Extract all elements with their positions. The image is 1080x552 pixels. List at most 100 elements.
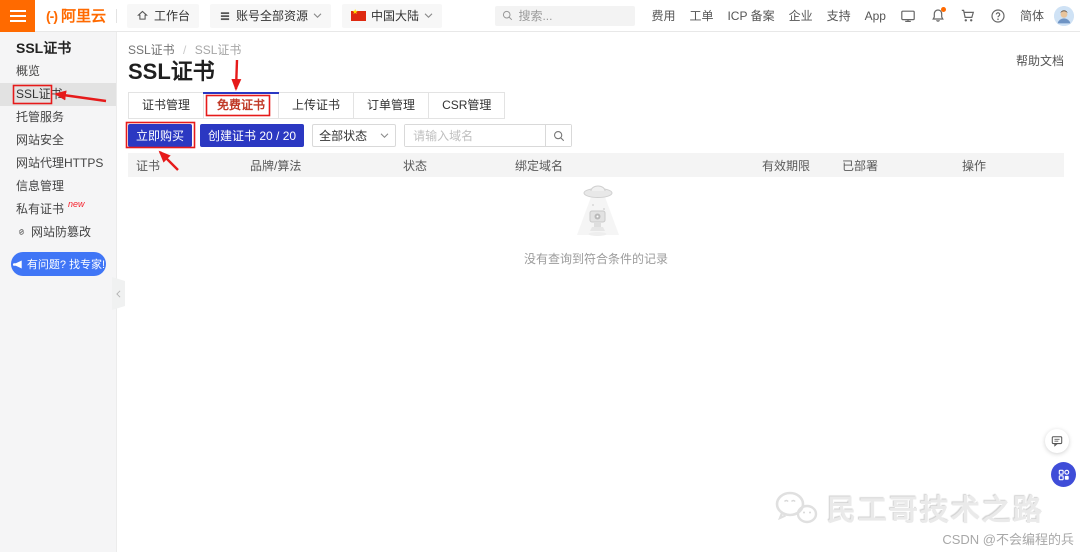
logo-text: 阿里云: [61, 5, 106, 26]
sidebar-item-website-security[interactable]: 网站安全: [0, 129, 116, 152]
alibaba-cloud-logo[interactable]: (-) 阿里云: [46, 5, 106, 26]
nav-link-icp[interactable]: ICP 备案: [727, 7, 774, 24]
tab-bar: 证书管理 免费证书 上传证书 订单管理 CSR管理: [128, 92, 505, 119]
global-search-input[interactable]: [518, 9, 618, 23]
comment-icon: [1051, 435, 1063, 447]
chevron-left-icon: [116, 290, 121, 298]
table-header-validity: 有效期限: [762, 157, 842, 174]
sidebar-item-private-certificates[interactable]: 私有证书 new: [0, 198, 116, 221]
megaphone-icon: [12, 259, 23, 270]
tab-order-management[interactable]: 订单管理: [354, 93, 429, 118]
create-certificate-button[interactable]: 创建证书 20 / 20: [200, 124, 304, 147]
china-flag-icon: [351, 11, 366, 21]
ask-expert-button[interactable]: 有问题? 找专家!: [11, 252, 106, 276]
empty-state-text: 没有查询到符合条件的记录: [128, 250, 1064, 267]
domain-search-input[interactable]: [405, 125, 545, 146]
domain-search-button[interactable]: [545, 125, 571, 146]
console-screen-icon[interactable]: [900, 8, 916, 24]
sidebar-collapse-handle[interactable]: [112, 277, 125, 310]
top-navbar: (-) 阿里云 工作台 账号全部资源 中国大陆 费用: [0, 0, 1080, 32]
new-badge: new: [68, 193, 85, 216]
menu-hamburger-button[interactable]: [0, 0, 35, 32]
sidebar-item-ssl-certificates[interactable]: SSL证书: [0, 83, 116, 106]
help-docs-link[interactable]: 帮助文档: [1016, 52, 1064, 69]
search-icon: [553, 130, 565, 142]
breadcrumb: SSL证书 / SSL证书: [128, 44, 1064, 57]
feedback-chat-button[interactable]: [1045, 429, 1069, 453]
sidebar-item-label: SSL证书: [16, 83, 63, 106]
main-content: SSL证书 / SSL证书 帮助文档 SSL证书 证书管理 免费证书 上传证书 …: [117, 32, 1080, 552]
sidebar-item-label: 概览: [16, 60, 40, 83]
sidebar-item-overview[interactable]: 概览: [0, 60, 116, 83]
help-icon[interactable]: [990, 8, 1006, 24]
tab-certificate-management[interactable]: 证书管理: [129, 93, 204, 118]
tab-label: 订单管理: [367, 98, 415, 112]
page-title: SSL证书: [128, 59, 1064, 84]
sidebar-item-info-management[interactable]: 信息管理: [0, 175, 116, 198]
sidebar-item-anti-tampering[interactable]: 网站防篡改: [0, 221, 116, 244]
workbench-label: 工作台: [154, 7, 190, 24]
link-icon: [16, 227, 27, 238]
breadcrumb-parent[interactable]: SSL证书: [128, 43, 175, 57]
sidebar-item-label: 网站代理HTTPS: [16, 152, 103, 175]
workbench-button[interactable]: 工作台: [127, 4, 199, 28]
sidebar-item-https-proxy[interactable]: 网站代理HTTPS: [0, 152, 116, 175]
global-search-box[interactable]: [495, 6, 635, 26]
nav-link-support[interactable]: 支持: [827, 7, 851, 24]
table-header-certificate: 证书: [128, 157, 250, 174]
table-header-deployed: 已部署: [842, 157, 962, 174]
sidebar-item-label: 网站安全: [16, 129, 64, 152]
account-resources-dropdown[interactable]: 账号全部资源: [210, 4, 331, 28]
tab-label: 免费证书: [217, 98, 265, 112]
status-filter-select[interactable]: 全部状态: [312, 124, 396, 147]
table-header-bound-domain: 绑定域名: [515, 157, 762, 174]
buy-now-button[interactable]: 立即购买: [128, 124, 192, 147]
logo-mark: (-): [46, 8, 57, 24]
chevron-down-icon: [313, 12, 322, 19]
domain-search-box: [404, 124, 572, 147]
tab-label: 上传证书: [292, 98, 340, 112]
sidebar-item-label: 托管服务: [16, 106, 64, 129]
notification-badge-dot: [941, 7, 946, 12]
divider: [116, 9, 117, 23]
toolbar: 立即购买 创建证书 20 / 20 全部状态: [128, 124, 1064, 147]
nav-link-billing[interactable]: 费用: [651, 7, 675, 24]
language-switch[interactable]: 简体: [1020, 7, 1044, 24]
empty-state-illustration: [563, 183, 629, 241]
apps-grid-icon: [1058, 469, 1070, 481]
resources-icon: [219, 10, 231, 22]
region-label: 中国大陆: [371, 7, 419, 24]
nav-link-app[interactable]: App: [865, 9, 886, 23]
table-header-brand-algorithm: 品牌/算法: [250, 157, 403, 174]
nav-link-enterprise[interactable]: 企业: [789, 7, 813, 24]
topnav-right-links: 费用 工单 ICP 备案 企业 支持 App: [651, 7, 1044, 24]
tab-label: 证书管理: [142, 98, 190, 112]
tab-free-certificates[interactable]: 免费证书: [204, 93, 279, 118]
user-avatar[interactable]: [1054, 6, 1074, 26]
notifications-bell-icon[interactable]: [930, 8, 946, 24]
chevron-down-icon: [380, 132, 389, 139]
table-header-actions: 操作: [962, 157, 1064, 174]
sidebar-item-label: 网站防篡改: [31, 221, 91, 244]
sidebar-title: SSL证书: [0, 32, 116, 60]
search-icon: [502, 10, 513, 21]
ask-expert-label: 有问题? 找专家!: [27, 256, 105, 272]
status-filter-value: 全部状态: [319, 127, 367, 144]
cart-icon[interactable]: [960, 8, 976, 24]
region-dropdown[interactable]: 中国大陆: [342, 4, 442, 28]
nav-link-tickets[interactable]: 工单: [689, 7, 713, 24]
home-icon: [136, 9, 149, 22]
table-header-row: 证书 品牌/算法 状态 绑定域名 有效期限 已部署 操作: [128, 153, 1064, 177]
tab-csr-management[interactable]: CSR管理: [429, 93, 504, 118]
breadcrumb-separator: /: [183, 43, 186, 57]
sidebar-item-label: 信息管理: [16, 175, 64, 198]
account-resources-label: 账号全部资源: [236, 7, 308, 24]
breadcrumb-current: SSL证书: [195, 43, 242, 57]
empty-state: 没有查询到符合条件的记录: [128, 183, 1064, 267]
tab-label: CSR管理: [442, 98, 491, 112]
sidebar-item-managed-service[interactable]: 托管服务: [0, 106, 116, 129]
tab-upload-certificate[interactable]: 上传证书: [279, 93, 354, 118]
table-header-status: 状态: [403, 157, 515, 174]
sidebar-item-label: 私有证书: [16, 198, 64, 221]
apps-widget-button[interactable]: [1051, 462, 1076, 487]
